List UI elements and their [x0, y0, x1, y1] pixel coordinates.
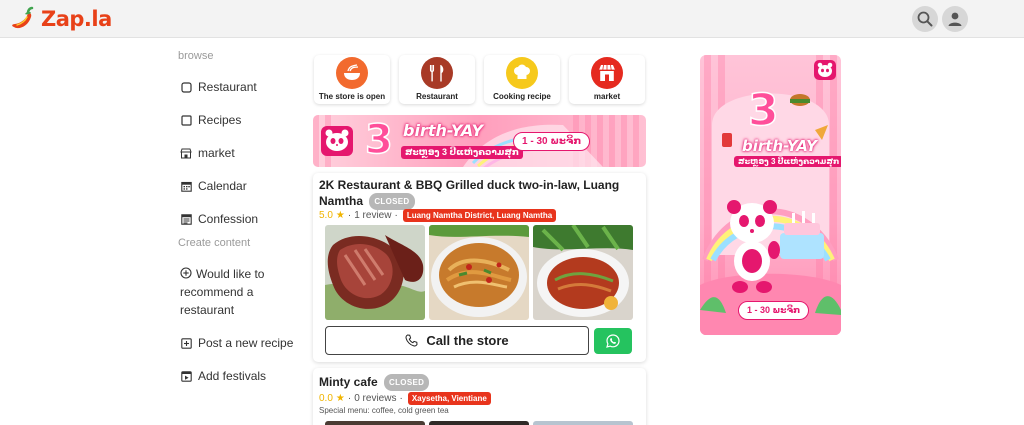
review-count[interactable]: 1 review — [354, 210, 391, 221]
category-label: market — [593, 92, 621, 101]
category-cooking-recipe[interactable]: Cooking recipe — [484, 55, 560, 104]
user-icon — [948, 12, 962, 26]
call-store-button[interactable]: Call the store — [325, 326, 589, 355]
star-icon: ★ — [335, 393, 345, 404]
browse-heading: browse — [178, 50, 214, 62]
status-badge: CLOSED — [369, 193, 415, 210]
sidebar-item-label: Confession — [198, 212, 259, 226]
sidebar-item-calendar[interactable]: Calendar — [180, 179, 247, 193]
category-market[interactable]: market — [569, 55, 645, 104]
review-count[interactable]: 0 reviews — [354, 393, 396, 404]
listing-meta: 5.0 ★ · 1 review · Luang Namtha District… — [319, 209, 557, 222]
chili-logo-icon — [12, 6, 34, 29]
promo-banner[interactable]: 3 birth-YAY ສະຫຼອງ 3 ປີແຫ່ງຄວາມສຸກ 1 - 3… — [313, 115, 646, 167]
banner-sub-text: ສະຫຼອງ 3 ປີແຫ່ງຄວາມສຸກ — [401, 146, 523, 159]
banner-brand-text: birth-YAY — [403, 121, 484, 140]
ad-date: 1 - 30 ພະຈິກ — [738, 301, 810, 320]
category-label: The store is open — [318, 92, 386, 101]
food-photo[interactable] — [325, 421, 425, 425]
location-badge[interactable]: Luang Namtha District, Luang Namtha — [402, 209, 557, 222]
sidebar-item-post-recipe[interactable]: Post a new recipe — [180, 336, 293, 350]
banner-number: 3 — [364, 116, 393, 164]
dot-separator: · — [347, 393, 352, 404]
banner-date: 1 - 30 ພະຈິກ — [513, 132, 591, 151]
sidebar-item-label: Calendar — [198, 179, 247, 193]
sidebar-item-restaurant[interactable]: Restaurant — [180, 80, 257, 94]
plus-square-icon — [180, 337, 192, 349]
listing-card[interactable]: 2K Restaurant & BBQ Grilled duck two-in-… — [313, 173, 646, 362]
location-badge[interactable]: Xaysetha, Vientiane — [407, 392, 491, 405]
square-icon — [180, 114, 192, 126]
calendar-icon — [180, 180, 192, 192]
dot-separator: · — [347, 210, 352, 221]
whatsapp-icon — [606, 334, 620, 348]
sidebar-item-add-festivals[interactable]: Add festivals — [180, 369, 266, 383]
rating-value: 5.0 — [319, 210, 333, 221]
food-photo[interactable] — [533, 225, 633, 320]
sidebar-item-market[interactable]: market — [180, 146, 235, 160]
top-header: Zap.la — [0, 0, 1024, 38]
sidebar-item-confession[interactable]: Confession — [180, 212, 258, 226]
sidebar-item-recommend-restaurant[interactable]: Would like to recommend a restaurant — [180, 265, 280, 319]
food-photo[interactable] — [429, 421, 529, 425]
square-icon — [180, 81, 192, 93]
logo[interactable]: Zap.la — [8, 5, 112, 33]
sidebar-item-label: Post a new recipe — [198, 336, 294, 350]
sidebar-item-label: Would like to recommend a restaurant — [180, 267, 265, 317]
listing-meta: 0.0 ★ · 0 reviews · Xaysetha, Vientiane — [319, 392, 491, 405]
category-store-open[interactable]: The store is open — [314, 55, 390, 104]
food-photo[interactable] — [533, 421, 633, 425]
account-button[interactable] — [942, 6, 968, 32]
bowl-icon — [336, 57, 368, 89]
sidebar-item-label: market — [198, 146, 235, 160]
category-label: Cooking recipe — [493, 92, 551, 101]
listing-card[interactable]: Minty cafe CLOSED 0.0 ★ · 0 reviews · Xa… — [313, 368, 646, 425]
store-icon — [591, 57, 623, 89]
create-content-heading: Create content — [178, 237, 251, 249]
dot-separator: · — [399, 393, 403, 404]
category-label: Restaurant — [416, 92, 458, 101]
status-badge: CLOSED — [384, 374, 430, 391]
book-icon — [180, 213, 192, 225]
chef-hat-icon — [506, 57, 538, 89]
play-square-icon — [180, 370, 192, 382]
side-advertisement[interactable]: 3 birth-YAY ສະຫຼອງ 3 ປີແຫ່ງຄວາມສຸກ 1 - 3… — [700, 55, 841, 335]
ad-sub-text: ສະຫຼອງ 3 ປີແຫ່ງຄວາມສຸກ — [734, 156, 841, 167]
listing-title-text: 2K Restaurant & BBQ Grilled duck two-in-… — [319, 178, 620, 208]
food-photo[interactable] — [325, 225, 425, 320]
dot-separator: · — [394, 210, 398, 221]
special-menu: Special menu: coffee, cold green tea — [319, 406, 449, 415]
listing-title-text: Minty cafe — [319, 375, 378, 389]
listing-title[interactable]: Minty cafe CLOSED — [319, 374, 637, 391]
fork-knife-icon — [421, 57, 453, 89]
sidebar-item-recipes[interactable]: Recipes — [180, 113, 241, 127]
listing-title[interactable]: 2K Restaurant & BBQ Grilled duck two-in-… — [319, 178, 637, 210]
whatsapp-button[interactable] — [594, 328, 632, 354]
search-icon — [917, 11, 933, 27]
plus-circle-icon — [180, 266, 192, 279]
category-restaurant[interactable]: Restaurant — [399, 55, 475, 104]
ad-number: 3 — [747, 84, 779, 137]
search-button[interactable] — [912, 6, 938, 32]
food-photo[interactable] — [429, 225, 529, 320]
phone-icon — [405, 334, 418, 347]
star-icon: ★ — [335, 210, 345, 221]
store-icon — [180, 147, 192, 159]
sidebar-item-label: Add festivals — [198, 369, 267, 383]
sidebar-item-label: Recipes — [198, 113, 242, 127]
ad-brand-text: birth-YAY — [742, 137, 818, 155]
call-label: Call the store — [426, 333, 509, 348]
sidebar-item-label: Restaurant — [198, 80, 257, 94]
rating-value: 0.0 — [319, 393, 333, 404]
app-name: Zap.la — [41, 7, 112, 31]
